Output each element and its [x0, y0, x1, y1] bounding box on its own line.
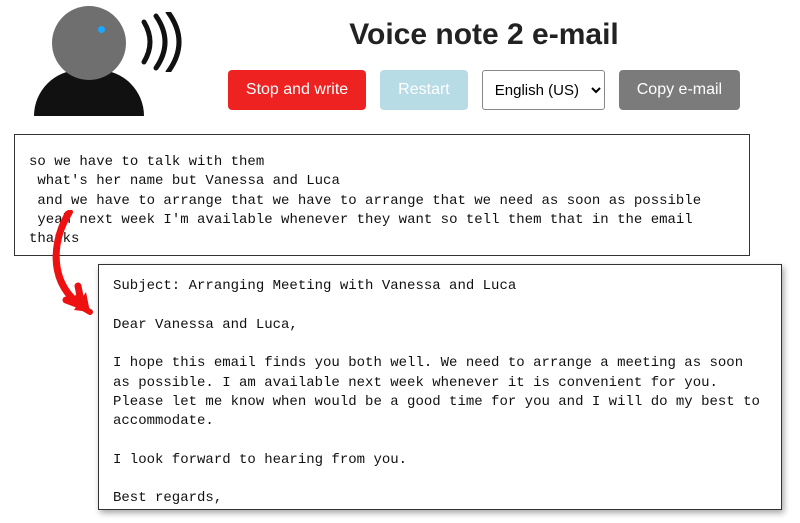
- speaking-avatar-icon: [28, 6, 188, 116]
- transcript-panel: [14, 134, 750, 256]
- email-textarea[interactable]: [99, 265, 781, 509]
- controls-row: Stop and write Restart English (US) Copy…: [188, 70, 780, 110]
- restart-button[interactable]: Restart: [380, 70, 468, 110]
- transcript-textarea[interactable]: [15, 135, 749, 255]
- stop-and-write-button[interactable]: Stop and write: [228, 70, 366, 110]
- copy-email-button[interactable]: Copy e-mail: [619, 70, 740, 110]
- page-title: Voice note 2 e-mail: [188, 18, 780, 52]
- sound-waves-icon: [132, 12, 188, 72]
- language-select[interactable]: English (US): [482, 70, 605, 110]
- email-panel: [98, 264, 782, 510]
